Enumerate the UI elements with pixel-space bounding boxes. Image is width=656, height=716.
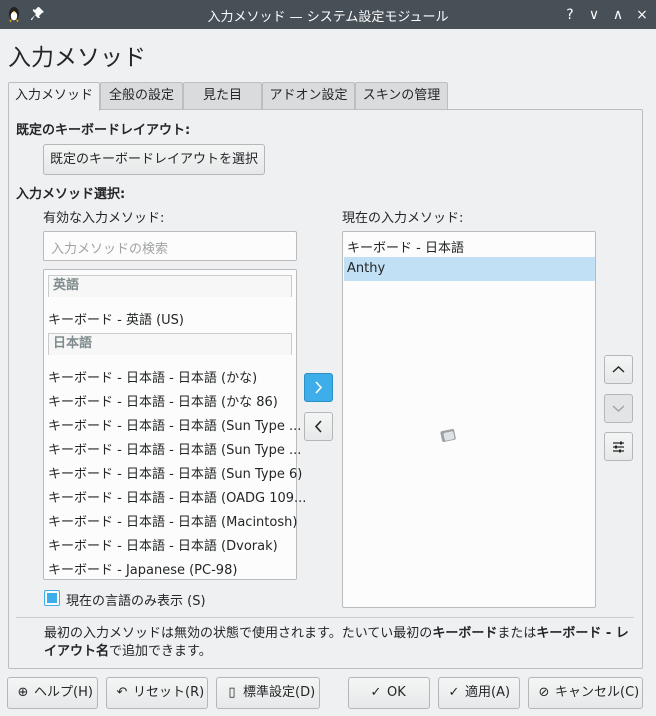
- list-item[interactable]: キーボード - 日本語 - 日本語 (Dvorak): [48, 535, 278, 554]
- checkmark-icon: ✓: [448, 685, 460, 700]
- add-im-button[interactable]: [304, 373, 333, 402]
- tab-skin-management[interactable]: スキンの管理: [355, 82, 448, 110]
- list-item-label: Anthy: [347, 261, 386, 276]
- group-header-english: 英語: [48, 275, 292, 297]
- chevron-right-icon: [315, 381, 323, 394]
- cancel-button[interactable]: ⊘ キャンセル(C): [528, 677, 643, 709]
- list-item[interactable]: キーボード - 日本語 - 日本語 (かな): [48, 367, 257, 386]
- im-search-placeholder: 入力メソッドの検索: [51, 242, 169, 257]
- keyboard-layout-heading: 既定のキーボードレイアウト:: [16, 123, 191, 138]
- apply-button[interactable]: ✓ 適用(A): [438, 677, 520, 709]
- maximize-window-button[interactable]: ∧: [608, 5, 628, 25]
- list-item-selected[interactable]: Anthy: [344, 257, 595, 281]
- tab-general-settings[interactable]: 全般の設定: [100, 82, 183, 110]
- defaults-button[interactable]: ▯ 標準設定(D): [216, 677, 320, 709]
- document-icon: ▯: [228, 685, 236, 700]
- list-item[interactable]: キーボード - 日本語 - 日本語 (Sun Type ...: [48, 415, 301, 434]
- help-button[interactable]: ⊕ ヘルプ(H): [7, 677, 98, 709]
- list-item[interactable]: キーボード - 日本語 - 日本語 (OADG 109...: [48, 487, 306, 506]
- title-bar: 入力メソッド — システム設定モジュール ? ∨ ∧ ×: [0, 0, 656, 29]
- keyboard-icon: [440, 429, 456, 442]
- window-title: 入力メソッド — システム設定モジュール: [207, 10, 449, 25]
- help-window-button[interactable]: ?: [560, 5, 580, 25]
- current-language-checkbox-label[interactable]: 現在の言語のみ表示 (S): [66, 590, 206, 609]
- chevron-down-icon: [612, 405, 625, 412]
- undo-icon: ↶: [116, 685, 128, 700]
- available-im-label: 有効な入力メソッド:: [43, 211, 165, 226]
- close-window-button[interactable]: ×: [632, 5, 652, 25]
- checkmark-icon: ✓: [370, 685, 382, 700]
- lifebuoy-icon: ⊕: [17, 685, 29, 700]
- info-text: 最初の入力メソッドは無効の状態で使用されます。たいてい最初のキーボードまたはキー…: [44, 626, 629, 659]
- checkbox-fill: [47, 593, 57, 603]
- move-up-button[interactable]: [604, 355, 633, 384]
- tab-addon-settings[interactable]: アドオン設定: [262, 82, 355, 110]
- available-im-list[interactable]: 英語 キーボード - 英語 (US) 日本語 キーボード - 日本語 - 日本語…: [43, 269, 306, 580]
- list-item[interactable]: キーボード - 日本語 - 日本語 (Sun Type 6): [48, 463, 302, 482]
- im-select-heading: 入力メソッド選択:: [16, 187, 126, 202]
- move-down-button[interactable]: [604, 394, 633, 423]
- current-language-checkbox[interactable]: [44, 590, 60, 606]
- tab-appearance[interactable]: 見た目: [183, 82, 262, 110]
- divider: [16, 617, 634, 618]
- select-default-layout-button[interactable]: 既定のキーボードレイアウトを選択: [43, 144, 265, 175]
- chevron-left-icon: [314, 420, 322, 433]
- list-item[interactable]: キーボード - 日本語 - 日本語 (かな 86): [48, 391, 278, 410]
- group-header-japanese: 日本語: [48, 333, 292, 355]
- current-im-list[interactable]: キーボード - 日本語 Anthy: [342, 231, 596, 608]
- cancel-icon: ⊘: [538, 685, 550, 700]
- list-item[interactable]: キーボード - 日本語 - 日本語 (Macintosh): [48, 511, 297, 530]
- list-item[interactable]: キーボード - 日本語 - 日本語 (Sun Type ...: [48, 439, 301, 458]
- list-item[interactable]: キーボード - 英語 (US): [48, 309, 184, 328]
- minimize-window-button[interactable]: ∨: [584, 5, 604, 25]
- chevron-up-icon: [612, 366, 625, 373]
- tab-input-method[interactable]: 入力メソッド: [8, 82, 100, 111]
- remove-im-button[interactable]: [304, 412, 333, 441]
- settings-sliders-icon: [613, 441, 624, 453]
- page-title: 入力メソッド: [8, 45, 146, 71]
- list-item[interactable]: キーボード - Japanese (PC-98): [48, 559, 237, 578]
- im-search-field[interactable]: 入力メソッドの検索: [43, 231, 297, 261]
- list-item[interactable]: キーボード - 日本語: [347, 237, 464, 256]
- ok-button[interactable]: ✓ OK: [348, 677, 430, 709]
- configure-im-button[interactable]: [604, 432, 633, 461]
- current-im-label: 現在の入力メソッド:: [342, 211, 464, 226]
- reset-button[interactable]: ↶ リセット(R): [106, 677, 208, 709]
